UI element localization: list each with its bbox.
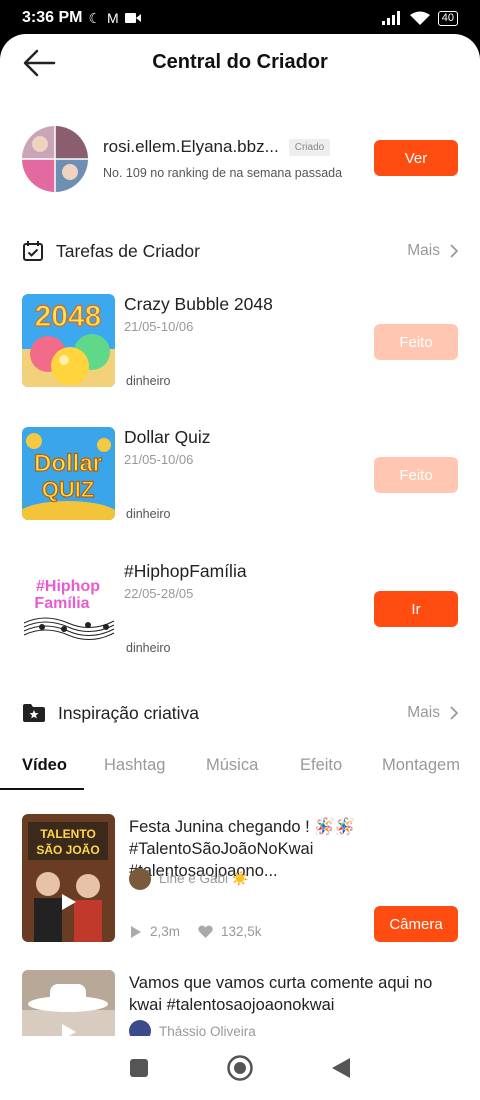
author-avatar [129, 868, 151, 890]
home-icon[interactable] [226, 1054, 254, 1082]
inspiration-more-link[interactable]: Mais [407, 704, 458, 722]
dollar-quiz-thumb-text-1: Dollar [34, 450, 102, 477]
page-title: Central do Criador [152, 50, 328, 73]
active-tab-indicator [0, 788, 84, 790]
gmail-icon: M [107, 10, 119, 26]
inspiration-section-header: Inspiração criativa Mais [22, 698, 458, 728]
folder-star-icon [23, 704, 45, 722]
inspiration-section-title: Inspiração criativa [58, 702, 200, 723]
task-reward: dinheiro [126, 507, 171, 521]
dollar-quiz-thumbnail: Dollar QUIZ [22, 427, 115, 520]
heart-icon [198, 925, 213, 938]
task-go-button[interactable]: Ir [374, 591, 458, 627]
task-date: 22/05-28/05 [124, 586, 194, 601]
video-camera-icon [124, 13, 141, 23]
task-item[interactable]: #Hiphop Família #HiphopFamília 22/05-28/… [22, 561, 458, 655]
video-thumbnail[interactable] [22, 970, 115, 1036]
video-title[interactable]: Vamos que vamos curta comente aqui no kw… [129, 972, 459, 1016]
crazy-bubble-thumbnail: 2048 [22, 294, 115, 387]
video-item[interactable]: TALENTO SÃO JOÃO Festa Junina chegando !… [22, 814, 458, 944]
tab-montage[interactable]: Montagem [382, 756, 460, 775]
task-title: Crazy Bubble 2048 [124, 294, 273, 314]
back-icon[interactable] [331, 1057, 351, 1079]
tab-hashtag[interactable]: Hashtag [104, 756, 165, 775]
hiphop-thumb-text-2: Família [34, 595, 89, 612]
tasks-more-label: Mais [407, 242, 440, 259]
content-tabs: Vídeo Hashtag Música Efeito Montagem [0, 750, 480, 790]
video-stats: 2,3m 132,5k [130, 924, 262, 939]
creator-card: rosi.ellem.Elyana.bbz... Criado No. 109 … [22, 124, 458, 194]
task-title: Dollar Quiz [124, 427, 211, 447]
video-thumb-text-2: SÃO JOÃO [36, 842, 99, 857]
system-nav-bar [0, 1036, 480, 1100]
hiphop-familia-thumbnail: #Hiphop Família [22, 561, 115, 654]
creator-avatar[interactable] [22, 126, 88, 192]
tasks-more-link[interactable]: Mais [407, 242, 458, 260]
task-date: 21/05-10/06 [124, 319, 194, 334]
moon-icon: ☾ [88, 9, 102, 26]
hiphop-thumb-text-1: #Hiphop [36, 578, 100, 595]
top-bar: Central do Criador [0, 34, 480, 90]
dollar-quiz-thumb-text-2: QUIZ [42, 477, 95, 502]
author-name: Line e Gabi ☀️ [159, 871, 249, 886]
recent-apps-icon[interactable] [129, 1058, 149, 1078]
author-avatar [129, 1020, 151, 1036]
creator-rank: No. 109 no ranking de na semana passada [103, 166, 343, 180]
back-arrow-icon[interactable] [22, 48, 56, 78]
task-done-button[interactable]: Feito [374, 457, 458, 493]
like-count: 132,5k [221, 924, 262, 939]
task-title: #HiphopFamília [124, 561, 247, 581]
inspiration-more-label: Mais [407, 704, 440, 721]
calendar-check-icon [23, 241, 43, 261]
task-item[interactable]: 2048 Crazy Bubble 2048 21/05-10/06 dinhe… [22, 294, 458, 388]
status-time: 3:36 PM [22, 9, 83, 26]
task-done-button[interactable]: Feito [374, 324, 458, 360]
crazy-bubble-thumb-text: 2048 [35, 300, 102, 333]
task-reward: dinheiro [126, 641, 171, 655]
video-thumb-text-1: TALENTO [40, 827, 96, 841]
video-author[interactable]: Thássio Oliveira [129, 1020, 256, 1036]
play-count-icon [131, 925, 141, 938]
author-name: Thássio Oliveira [159, 1023, 256, 1037]
video-author[interactable]: Line e Gabi ☀️ [129, 868, 249, 890]
task-reward: dinheiro [126, 374, 171, 388]
creator-badge: Criado [288, 138, 331, 156]
video-thumbnail[interactable]: TALENTO SÃO JOÃO [22, 814, 115, 942]
tasks-section-title: Tarefas de Criador [56, 240, 200, 261]
battery-icon: 40 [437, 10, 458, 26]
app-screen: Central do Criador rosi.ellem.Elyana.bbz… [0, 34, 480, 1036]
chevron-right-icon [450, 706, 458, 720]
status-bar: 3:36 PM ☾ M 40 [0, 0, 480, 36]
ver-button[interactable]: Ver [374, 140, 458, 176]
wifi-icon [409, 11, 430, 25]
tasks-section-header: Tarefas de Criador Mais [22, 236, 458, 266]
task-date: 21/05-10/06 [124, 452, 194, 467]
chevron-right-icon [450, 244, 458, 258]
camera-button[interactable]: Câmera [374, 906, 458, 942]
tab-music[interactable]: Música [206, 756, 258, 775]
video-item[interactable]: Vamos que vamos curta comente aqui no kw… [22, 970, 458, 1036]
creator-name[interactable]: rosi.ellem.Elyana.bbz... [103, 137, 279, 157]
task-item[interactable]: Dollar QUIZ Dollar Quiz 21/05-10/06 dinh… [22, 427, 458, 521]
tab-video[interactable]: Vídeo [22, 756, 67, 775]
tab-effect[interactable]: Efeito [300, 756, 342, 775]
signal-icon [381, 11, 400, 25]
play-count: 2,3m [150, 924, 181, 939]
